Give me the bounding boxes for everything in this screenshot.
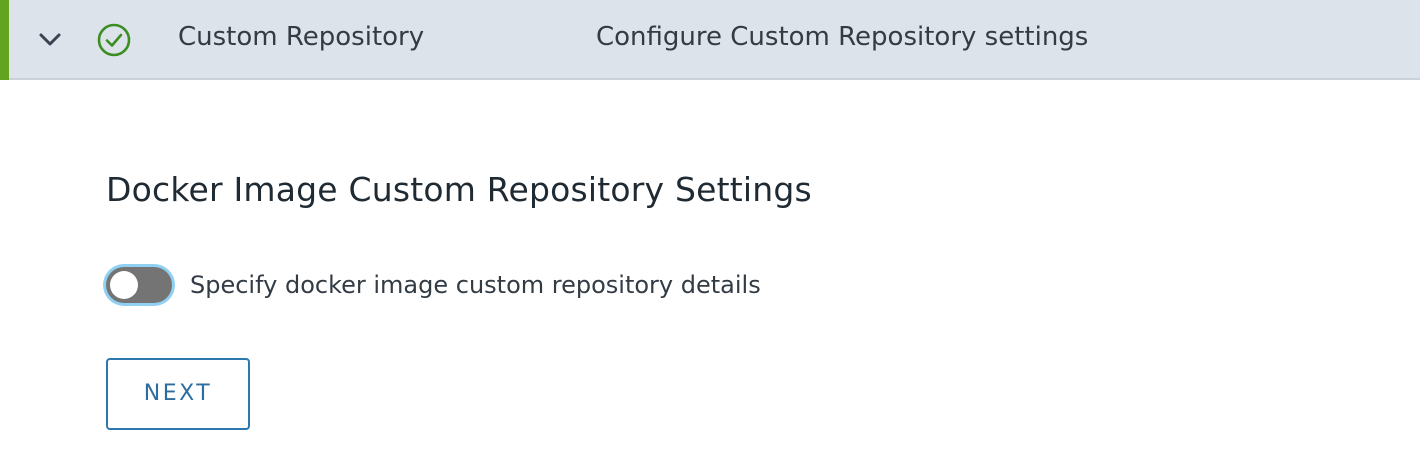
toggle-label[interactable]: Specify docker image custom repository d… xyxy=(190,268,761,302)
section-title: Docker Image Custom Repository Settings xyxy=(106,170,812,209)
step-accent-bar xyxy=(0,0,9,80)
chevron-down-icon[interactable] xyxy=(34,24,66,56)
step-title: Custom Repository xyxy=(178,22,425,52)
wizard-page: Custom Repository Configure Custom Repos… xyxy=(0,0,1420,462)
custom-repository-toggle[interactable] xyxy=(106,267,172,303)
toggle-knob xyxy=(110,271,138,299)
check-circle-icon xyxy=(97,23,131,57)
next-button[interactable]: NEXT xyxy=(106,358,250,430)
step-description: Configure Custom Repository settings xyxy=(596,22,1089,52)
step-header[interactable]: Custom Repository Configure Custom Repos… xyxy=(0,0,1420,80)
